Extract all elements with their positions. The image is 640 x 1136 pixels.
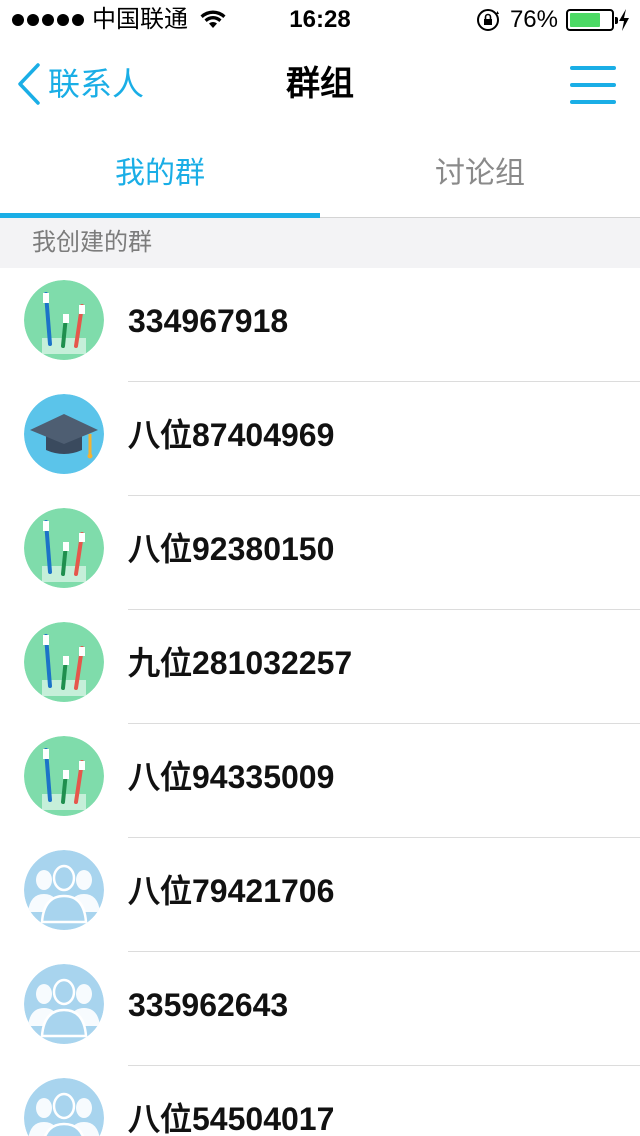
- group-row[interactable]: 335962643: [0, 952, 640, 1066]
- battery-percent: 76%: [509, 6, 558, 33]
- group-row[interactable]: 八位79421706: [0, 838, 640, 952]
- status-right: 76%: [476, 6, 630, 34]
- group-row[interactable]: 334967918: [0, 268, 640, 382]
- group-row[interactable]: 八位54504017: [0, 1066, 640, 1136]
- group-row[interactable]: 八位92380150: [0, 496, 640, 610]
- charging-icon: [619, 9, 629, 31]
- group-name: 八位54504017: [128, 1101, 335, 1136]
- group-avatar-people-icon: [24, 850, 104, 930]
- group-name: 335962643: [128, 987, 289, 1023]
- battery-fill: [570, 13, 601, 27]
- group-row[interactable]: 九位281032257: [0, 610, 640, 724]
- group-avatar-toothbrush-icon: [24, 508, 104, 588]
- nav-bar: 联系人 群组: [0, 40, 640, 128]
- group-name: 334967918: [128, 303, 289, 339]
- hamburger-menu-icon[interactable]: [570, 64, 616, 106]
- status-bar: 中国联通 16:28 76%: [0, 0, 640, 40]
- group-avatar-toothbrush-icon: [24, 280, 104, 360]
- tab-my-groups[interactable]: 我的群: [0, 128, 320, 218]
- section-header: 我创建的群: [0, 218, 640, 268]
- battery-icon: [566, 9, 618, 31]
- group-row[interactable]: 八位87404969: [0, 382, 640, 496]
- rotation-lock-icon: [476, 9, 499, 31]
- group-name: 八位94335009: [128, 759, 335, 795]
- group-name: 九位281032257: [128, 645, 353, 681]
- group-name: 八位87404969: [128, 417, 335, 453]
- tab-discussion-groups[interactable]: 讨论组: [320, 128, 640, 217]
- group-avatar-people-icon: [24, 964, 104, 1044]
- group-avatar-toothbrush-icon: [24, 736, 104, 816]
- group-avatar-toothbrush-icon: [24, 622, 104, 702]
- group-name: 八位92380150: [128, 531, 335, 567]
- group-name: 八位79421706: [128, 873, 335, 909]
- group-avatar-graduation-cap-icon: [24, 394, 104, 474]
- group-avatar-people-icon: [24, 1078, 104, 1136]
- group-list: 334967918 八位87404969 八位92380150 九位281032257…: [0, 268, 640, 1136]
- page-title: 群组: [286, 65, 354, 103]
- group-row[interactable]: 八位94335009: [0, 724, 640, 838]
- tab-bar: 我的群 讨论组: [0, 128, 640, 218]
